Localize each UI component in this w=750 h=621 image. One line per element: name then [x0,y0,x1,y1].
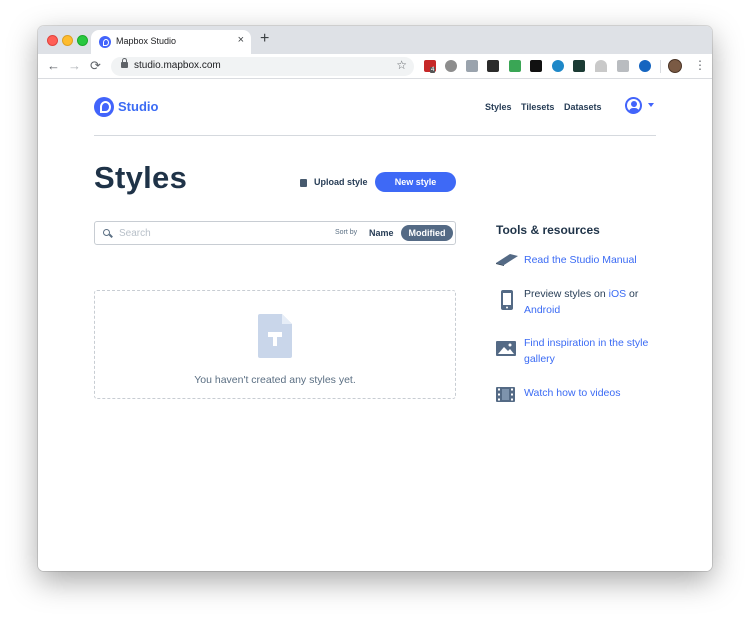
chrome-menu-button[interactable]: ⋮ [694,58,706,72]
lock-icon [121,58,128,68]
extension-badge: 4 [430,67,436,73]
search-icon [103,229,110,236]
preview-text: Preview styles on iOS or Android [524,286,664,318]
extension-gray-icon[interactable] [617,60,629,72]
studio-logo-text[interactable]: Studio [118,99,158,114]
toolbar-separator [660,60,661,73]
style-file-icon [258,314,292,358]
address-bar[interactable]: studio.mapbox.com ☆ [111,57,414,76]
tab-title: Mapbox Studio [116,36,177,46]
maximize-window-button[interactable] [77,35,88,46]
chrome-profile-avatar[interactable] [668,59,682,73]
extension-drop-icon[interactable] [639,60,651,72]
page-title: Styles [94,160,188,195]
nav-styles-link[interactable]: Styles [485,102,512,112]
tab-strip: Mapbox Studio × + [38,26,712,54]
studio-page: Studio Styles Tilesets Datasets Styles U… [38,80,712,571]
nav-tilesets-link[interactable]: Tilesets [521,102,554,112]
browser-toolbar: ← → ⟳ studio.mapbox.com ☆ 4 ⋮ [38,54,712,79]
forward-button[interactable]: → [68,58,81,73]
film-icon [496,387,515,402]
extension-chart-icon[interactable] [573,60,585,72]
browser-tab[interactable]: Mapbox Studio × [91,30,251,54]
close-window-button[interactable] [47,35,58,46]
mapbox-logo-icon[interactable] [94,97,114,117]
preview-prefix: Preview styles on [524,288,609,300]
empty-styles-panel: You haven't created any styles yet. [94,290,456,399]
book-icon [496,254,518,266]
android-link[interactable]: Android [524,304,560,316]
sort-name-option[interactable]: Name [369,228,394,238]
bookmark-star-icon[interactable]: ☆ [396,58,407,72]
extension-compass-icon[interactable] [445,60,457,72]
search-input[interactable] [119,227,319,240]
search-bar: Sort by Name Modified [94,221,456,245]
reload-button[interactable]: ⟳ [90,58,101,74]
back-button[interactable]: ← [47,58,60,73]
tools-title: Tools & resources [496,223,600,237]
extension-download-icon[interactable] [509,60,521,72]
nav-datasets-link[interactable]: Datasets [564,102,602,112]
url-text: studio.mapbox.com [134,60,221,71]
minimize-window-button[interactable] [62,35,73,46]
mapbox-favicon-icon [99,36,111,48]
extension-r-icon[interactable] [487,60,499,72]
user-avatar[interactable] [625,97,642,114]
empty-message: You haven't created any styles yet. [194,374,356,386]
videos-link[interactable]: Watch how to videos [524,385,664,401]
tab-close-button[interactable]: × [238,34,244,46]
extension-eyedropper-icon[interactable] [466,60,478,72]
new-tab-button[interactable]: + [260,30,269,48]
manual-link[interactable]: Read the Studio Manual [524,252,664,268]
upload-icon [300,179,307,187]
extension-arch-icon[interactable] [595,60,607,72]
header-divider [94,135,656,136]
chevron-down-icon[interactable] [648,103,654,107]
extension-circle-icon[interactable] [552,60,564,72]
new-style-button[interactable]: New style [375,172,456,192]
preview-or: or [626,288,639,300]
browser-window: Mapbox Studio × + ← → ⟳ studio.mapbox.co… [38,26,712,571]
ios-link[interactable]: iOS [609,288,627,300]
sort-modified-option[interactable]: Modified [401,225,453,241]
phone-icon [501,290,513,310]
extension-b-icon[interactable] [530,60,542,72]
sort-by-label: Sort by [335,229,358,236]
image-gallery-icon [496,341,516,356]
upload-style-button[interactable]: Upload style [314,177,368,187]
inspiration-link[interactable]: Find inspiration in the style gallery [524,335,664,367]
